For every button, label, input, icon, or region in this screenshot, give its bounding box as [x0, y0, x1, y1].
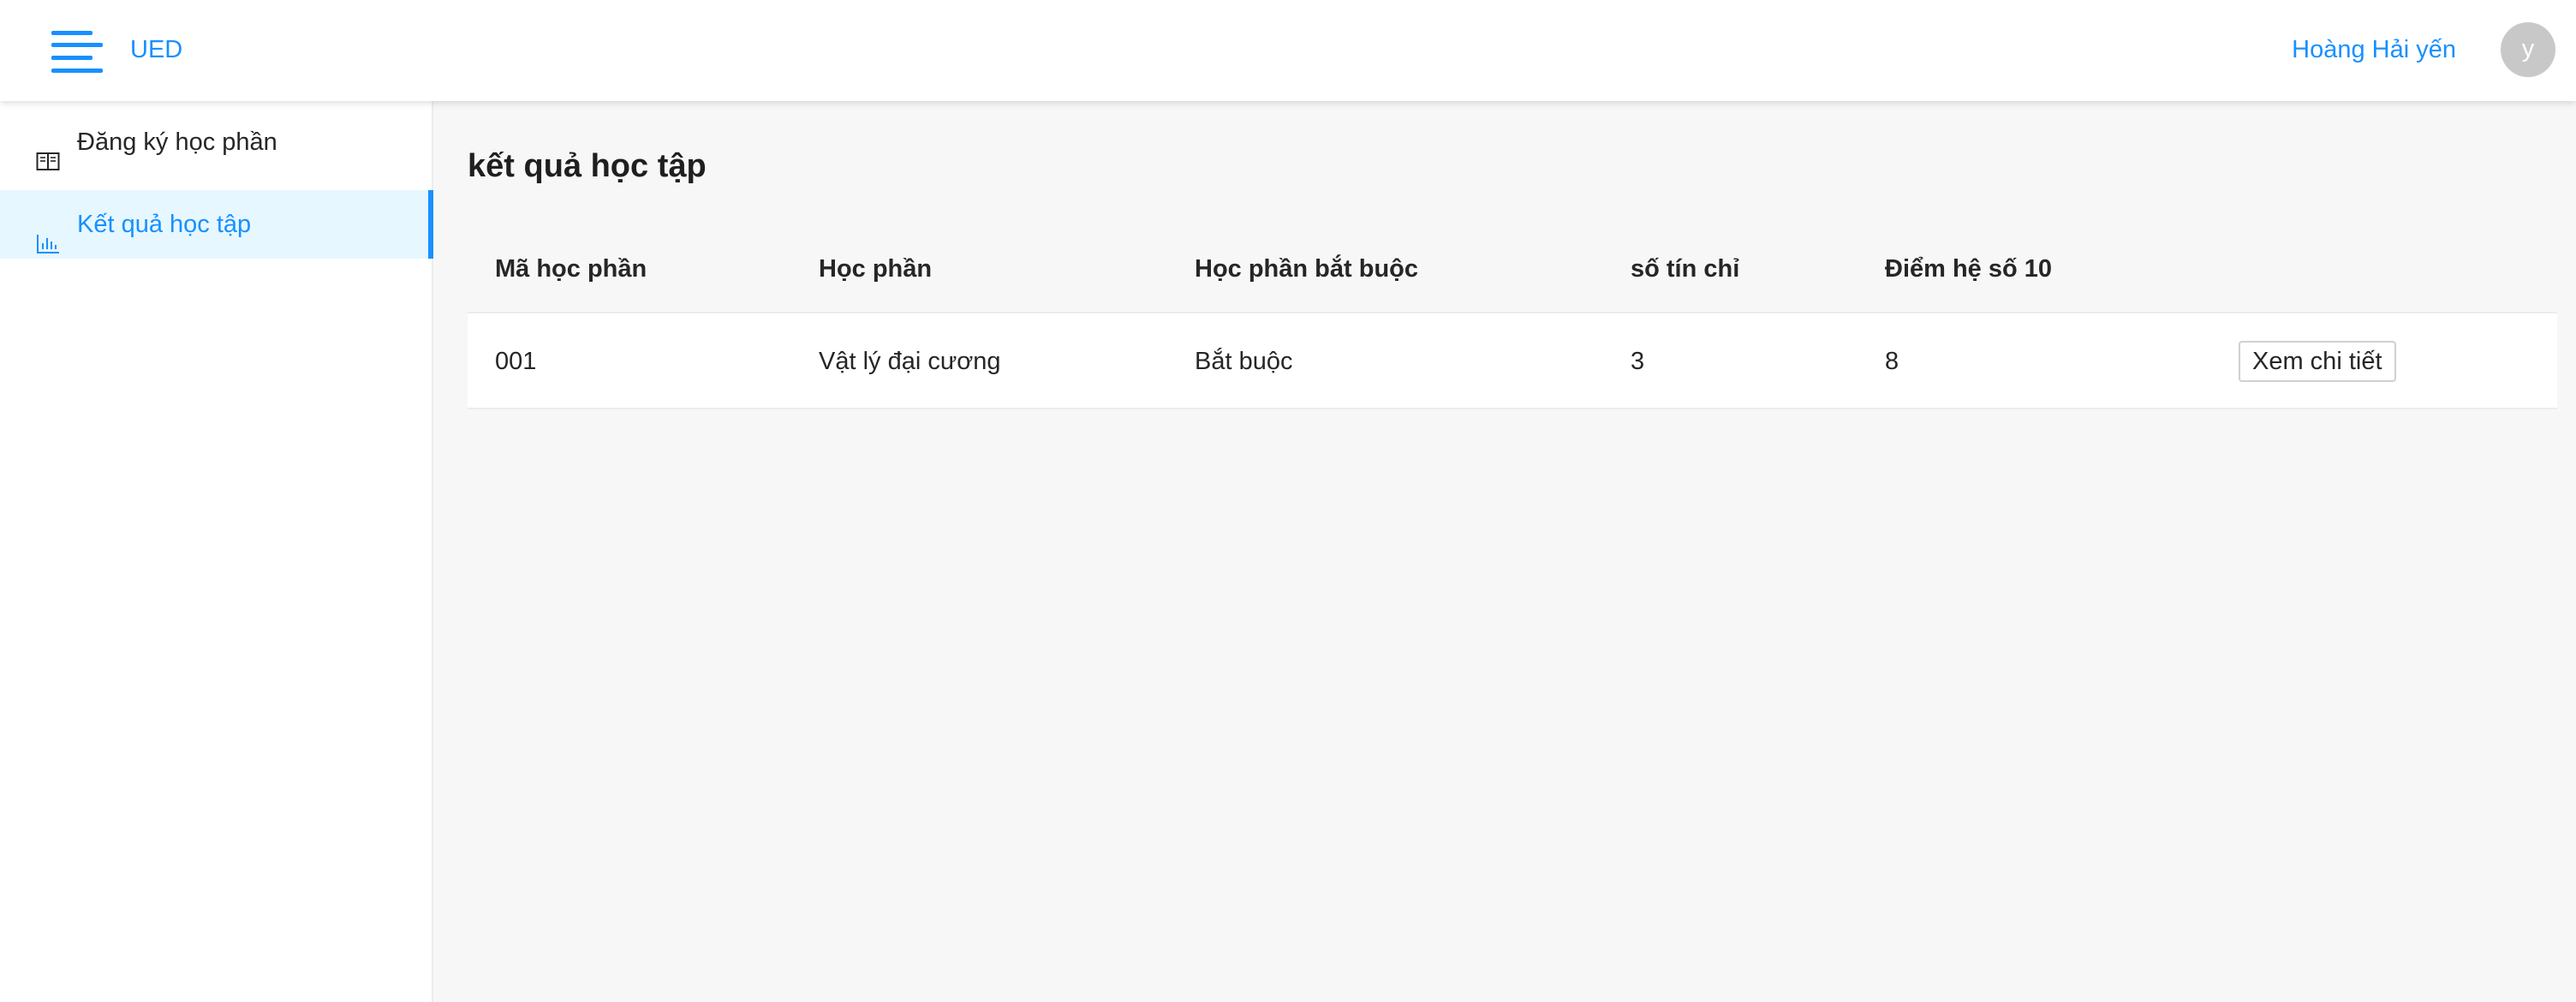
column-header-credits: số tín chỉ	[1631, 255, 1740, 283]
cell-score: 8	[1885, 348, 1899, 375]
sidebar-item-academic-results[interactable]: Kết quả học tập	[0, 190, 433, 259]
view-details-button[interactable]: Xem chi tiết	[2239, 341, 2396, 382]
column-header-course: Học phần	[819, 255, 933, 283]
cell-course: Vật lý đại cương	[819, 348, 1001, 375]
book-icon	[36, 131, 60, 170]
sidebar: Đăng ký học phần Kết quả học tập	[0, 101, 433, 1002]
cell-code: 001	[495, 348, 537, 375]
main-content: kết quả học tập Mã học phần Học phần Học…	[433, 101, 2576, 1002]
user-name[interactable]: Hoàng Hải yến	[2292, 33, 2456, 67]
top-header: UED Hoàng Hải yến y	[0, 0, 2576, 101]
brand-label[interactable]: UED	[130, 33, 182, 67]
bar-chart-icon	[36, 213, 60, 253]
table-header: Mã học phần Học phần Học phần bắt buộc s…	[468, 224, 2557, 313]
menu-fold-icon[interactable]	[51, 31, 103, 75]
column-header-code: Mã học phần	[495, 255, 647, 283]
cell-credits: 3	[1631, 348, 1645, 375]
sidebar-item-label: Đăng ký học phần	[77, 128, 277, 156]
sidebar-item-course-registration[interactable]: Đăng ký học phần	[0, 108, 433, 176]
sidebar-item-label: Kết quả học tập	[77, 211, 252, 238]
column-header-score: Điểm hệ số 10	[1885, 255, 2053, 283]
page-title: kết quả học tập	[468, 148, 707, 184]
column-header-required: Học phần bắt buộc	[1195, 255, 1418, 283]
results-table: Mã học phần Học phần Học phần bắt buộc s…	[468, 224, 2557, 409]
table-row: 001 Vật lý đại cương Bắt buộc 3 8 Xem ch…	[468, 313, 2557, 409]
cell-required: Bắt buộc	[1195, 348, 1293, 375]
avatar[interactable]: y	[2501, 22, 2555, 77]
